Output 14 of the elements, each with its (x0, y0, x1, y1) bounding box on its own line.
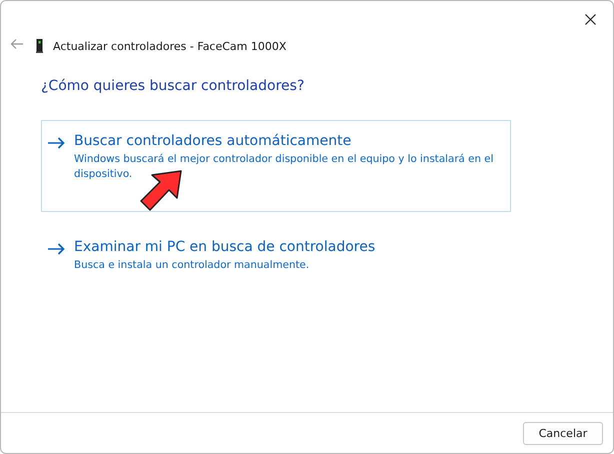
option-description: Windows buscará el mejor controlador disponible en el equipo y lo instalará en el dispositivo. (74, 152, 494, 182)
option-title: Buscar controladores automáticamente (74, 133, 352, 149)
arrow-icon (48, 137, 65, 149)
question-heading: ¿Cómo quieres buscar controladores? (41, 78, 306, 94)
arrow-icon (48, 243, 65, 255)
cancel-button[interactable]: Cancelar (523, 422, 603, 444)
window-title: Actualizar controladores - FaceCam 1000X (53, 40, 286, 52)
back-arrow-icon (10, 38, 24, 50)
option-description: Busca e instala un controlador manualmente. (74, 258, 310, 273)
search-option[interactable]: Examinar mi PC en busca de controladores Busca e instala un controlador manualmente. (41, 226, 511, 284)
close-icon (584, 14, 596, 24)
search-option[interactable]: Buscar controladores automáticamente Windows buscará el mejor controlador disponible en el equipo y lo instalará en el dispositivo. (41, 120, 511, 212)
option-title: Examinar mi PC en busca de controladores (74, 239, 376, 255)
device-icon (36, 39, 43, 53)
